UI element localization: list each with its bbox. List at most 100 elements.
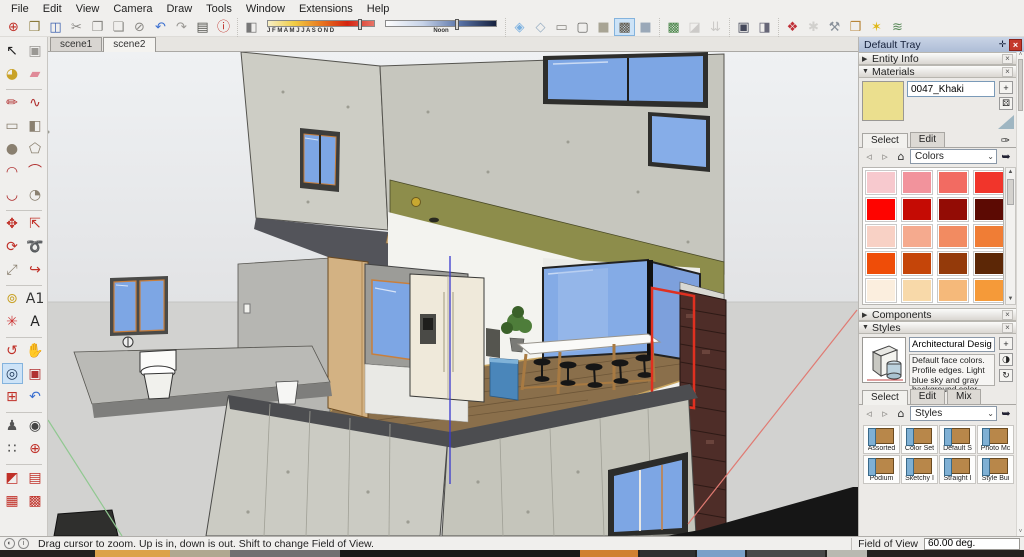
shadow-date-slider[interactable]: J F M A M J J A S O N D	[267, 19, 375, 34]
zoom-extents-tool[interactable]: ⊞	[2, 386, 23, 407]
erase-button[interactable]: ⊘	[129, 18, 150, 36]
two-point-arc-tool[interactable]: ⌒	[25, 161, 46, 182]
color-swatch[interactable]	[973, 170, 1003, 195]
color-swatch[interactable]	[937, 224, 969, 249]
section-components[interactable]: ▶ Components ×	[859, 308, 1016, 321]
orbit-tool[interactable]: ↺	[2, 340, 23, 361]
push-pull-tool[interactable]: ⇱	[25, 213, 46, 234]
axes-tool[interactable]: ✳	[2, 311, 23, 332]
rotate-tool[interactable]: ⟳	[2, 236, 23, 257]
materials-tab[interactable]: Select	[862, 133, 908, 148]
color-swatch[interactable]	[901, 224, 933, 249]
copy-button[interactable]: ❐	[87, 18, 108, 36]
color-swatch[interactable]	[865, 251, 897, 276]
color-swatch[interactable]	[865, 170, 897, 195]
color-swatch[interactable]	[901, 278, 933, 303]
style-folder[interactable]: Podium	[863, 455, 900, 484]
color-swatch[interactable]	[937, 170, 969, 195]
3d-text-tool[interactable]: A	[25, 311, 46, 332]
color-swatch[interactable]	[865, 224, 897, 249]
polygon-tool[interactable]: ⬠	[25, 138, 46, 159]
make-component-tool[interactable]: ▣	[25, 40, 46, 61]
tape-measure-tool[interactable]: ⊚	[2, 288, 23, 309]
xray-mode-button[interactable]: ◈	[509, 18, 530, 36]
back-icon[interactable]: ◃	[862, 407, 876, 420]
wireframe-button[interactable]: ▭	[551, 18, 572, 36]
paste-button[interactable]: ❏	[108, 18, 129, 36]
toggle-terrain-button[interactable]: ◪	[684, 18, 705, 36]
section-display-toggle[interactable]: ▤	[25, 467, 46, 488]
material-name-input[interactable]	[907, 81, 995, 97]
create-style-button[interactable]: +	[999, 337, 1013, 350]
color-swatch[interactable]	[937, 197, 969, 222]
light-bulb-button[interactable]: ✶	[866, 18, 887, 36]
section-close-icon[interactable]: ×	[1002, 322, 1013, 333]
home-icon[interactable]: ⌂	[894, 150, 908, 163]
freehand-tool[interactable]: ∿	[25, 92, 46, 113]
color-swatch[interactable]	[865, 278, 897, 303]
tray-scrollbar[interactable]: ˄ ˅	[1016, 52, 1024, 536]
style-folder[interactable]: Color Set	[901, 425, 938, 454]
section-materials[interactable]: ▼ Materials ×	[859, 65, 1016, 78]
style-folder[interactable]: Style Bui	[977, 455, 1014, 484]
camera-target-tool[interactable]: ⊕	[25, 438, 46, 459]
section-entity-info[interactable]: ▶ Entity Info ×	[859, 52, 1016, 65]
styles-tab[interactable]: Edit	[909, 389, 946, 404]
zoom-tool[interactable]: ◎	[1, 363, 23, 384]
text-tool[interactable]: A1	[25, 288, 46, 309]
home-icon[interactable]: ⌂	[894, 407, 908, 420]
component-browser-button[interactable]: ❒	[845, 18, 866, 36]
tab-scene2[interactable]: scene2	[103, 37, 156, 52]
create-material-button[interactable]: +	[999, 81, 1013, 94]
redo-button[interactable]: ↷	[171, 18, 192, 36]
color-swatch[interactable]	[937, 278, 969, 303]
menu-item[interactable]: Window	[239, 1, 292, 17]
model-info-button[interactable]: ⓘ	[213, 18, 234, 36]
back-edges-button[interactable]: ◇	[530, 18, 551, 36]
match-photo-button[interactable]: ▣	[733, 18, 754, 36]
fov-input[interactable]	[924, 537, 1020, 550]
paint-bucket-tool[interactable]: ◕	[2, 63, 23, 84]
style-folder[interactable]: Straight I	[939, 455, 976, 484]
styles-tab[interactable]: Select	[862, 390, 908, 405]
move-tool[interactable]: ✥	[2, 213, 23, 234]
menu-item[interactable]: Help	[360, 1, 397, 17]
cut-button[interactable]: ✂	[66, 18, 87, 36]
styles-gear-button[interactable]: ✱	[803, 18, 824, 36]
color-swatch[interactable]	[973, 197, 1003, 222]
zoom-window-tool[interactable]: ▣	[25, 363, 46, 384]
materials-collection-select[interactable]: Colors ⌄	[910, 149, 997, 164]
geolocation-status-icon[interactable]: ◐	[4, 538, 15, 549]
scale-tool[interactable]: ⤢	[2, 259, 23, 280]
back-icon[interactable]: ◃	[862, 150, 876, 163]
forward-icon[interactable]: ▹	[878, 407, 892, 420]
save-button[interactable]: ◫	[45, 18, 66, 36]
menu-item[interactable]: Draw	[159, 1, 199, 17]
circle-tool[interactable]: ●	[2, 138, 23, 159]
photo-textures-button[interactable]: ⇊	[705, 18, 726, 36]
credits-status-icon[interactable]: i	[18, 538, 29, 549]
viewport-3d[interactable]	[48, 52, 858, 536]
pie-tool[interactable]: ◔	[25, 184, 46, 205]
materials-browser-button[interactable]: ❖	[782, 18, 803, 36]
style-folder[interactable]: Photo Mc	[977, 425, 1014, 454]
rectangle-tool[interactable]: ▭	[2, 115, 23, 136]
rotated-rectangle-tool[interactable]: ◧	[25, 115, 46, 136]
eraser-tool[interactable]: ▰	[25, 63, 46, 84]
color-swatch[interactable]	[973, 278, 1003, 303]
color-swatch[interactable]	[973, 251, 1003, 276]
tray-close-icon[interactable]: ×	[1009, 38, 1022, 51]
section-close-icon[interactable]: ×	[1002, 66, 1013, 77]
shadow-time-slider[interactable]: Noon	[385, 19, 497, 34]
style-folder[interactable]: Assorted	[863, 425, 900, 454]
menu-item[interactable]: Camera	[106, 1, 159, 17]
eyedropper-icon[interactable]: ✑	[998, 134, 1013, 147]
walk-tool[interactable]: ∷	[2, 438, 23, 459]
style-folder[interactable]: Default S	[939, 425, 976, 454]
arc-tool[interactable]: ◠	[2, 161, 23, 182]
section-plane-tool[interactable]: ◩	[2, 467, 23, 488]
menu-item[interactable]: Extensions	[292, 1, 360, 17]
section-close-icon[interactable]: ×	[1002, 309, 1013, 320]
previous-view-tool[interactable]: ↶	[25, 386, 46, 407]
hidden-line-button[interactable]: ▢	[572, 18, 593, 36]
